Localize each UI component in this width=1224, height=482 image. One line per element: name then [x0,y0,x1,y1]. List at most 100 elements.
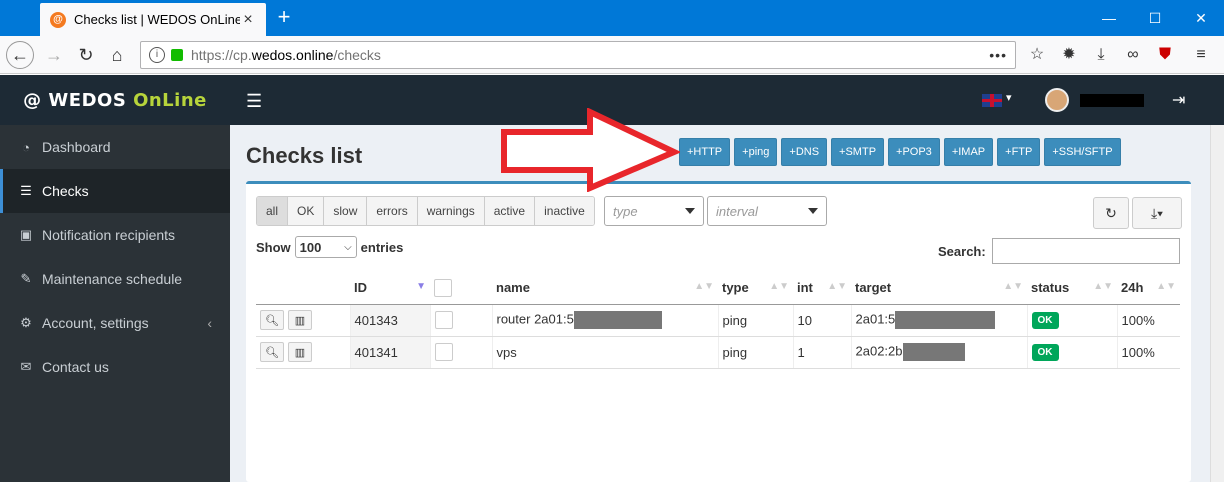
filter-active-button[interactable]: active [484,197,536,225]
select-all-checkbox[interactable] [434,278,452,297]
row-24h: 100% [1116,336,1180,369]
close-window-button[interactable]: ✕ [1178,0,1224,36]
row-checkbox[interactable] [434,343,453,361]
sidebar-item-notification-recipients[interactable]: ▣ Notification recipients [0,213,230,257]
top-navbar: ☰ ▾ ⇥ [230,75,1224,125]
row-actions: 🔍︎ ▥ [256,304,350,337]
dashboard-icon: ◔ [22,139,30,155]
url-text: https://cp.wedos.online/checks [191,47,381,63]
contact-card-icon: ▣ [19,227,33,242]
table-row: 🔍︎ ▥ 401341 vps ping 1 2a02:2b OK 100% [256,336,1180,369]
type-select[interactable]: type [604,196,704,226]
col-type[interactable]: type ▲▼ [718,272,793,305]
col-id[interactable]: ID ▼ [350,272,430,305]
sidebar: @ WEDOS OnLine ◔ Dashboard ☰ Checks ▣ No… [0,75,230,482]
refresh-button[interactable]: ↻ [1093,197,1129,229]
page-scrollbar[interactable] [1210,125,1224,482]
row-checkbox[interactable] [434,311,453,329]
hamburger-menu-icon[interactable]: ≡ [1190,44,1212,66]
col-status[interactable]: status ▲▼ [1027,272,1117,305]
back-button[interactable]: ← [6,41,34,69]
type-select-placeholder: type [613,203,638,219]
add-ssh-sftp-button[interactable]: +SSH/SFTP [1044,138,1121,166]
page-size-select[interactable]: 100 ⌵ [294,236,357,258]
search-icon[interactable]: 🔍︎ [260,342,284,362]
page-title: Checks list [246,143,363,168]
filter-warnings-button[interactable]: warnings [417,197,485,225]
search-label: Search: [938,243,986,259]
sidebar-item-label: Notification recipients [42,227,176,243]
sidebar-item-dashboard[interactable]: ◔ Dashboard [0,125,230,169]
sidebar-item-checks[interactable]: ☰ Checks [0,169,230,213]
row-name[interactable]: router 2a01:5 [491,304,718,337]
main-content: Checks list +HTTP +ping +DNS +SMTP +POP3… [230,125,1210,482]
settings-gear-icon[interactable]: ✹ [1058,44,1080,66]
bar-chart-icon[interactable]: ▥ [288,342,312,362]
wrench-icon: ✎ [20,271,32,286]
col-24h[interactable]: 24h ▲▼ [1117,272,1180,305]
col-int[interactable]: int ▲▼ [793,272,851,305]
add-ping-button[interactable]: +ping [734,138,778,166]
sort-icon: ▲▼ [1003,281,1023,292]
row-24h: 100% [1116,304,1180,337]
browser-toolbar: ← → ↻ ⌂ i https://cp.wedos.online/checks… [0,36,1224,74]
ublock-shield-icon[interactable]: ⛊ [1154,44,1176,66]
add-smtp-button[interactable]: +SMTP [831,138,885,166]
uk-flag-icon[interactable] [982,94,1002,107]
forward-button[interactable]: → [40,41,68,69]
show-label: Show [256,239,291,255]
new-tab-button[interactable]: + [272,5,296,29]
url-bar[interactable]: i https://cp.wedos.online/checks ••• [140,41,1016,69]
col-name[interactable]: name ▲▼ [492,272,718,305]
filter-ok-button[interactable]: OK [288,197,325,225]
row-name[interactable]: vps [491,336,718,369]
info-icon[interactable]: i [149,47,165,63]
browser-tab[interactable]: @ Checks list | WEDOS OnLine × [40,3,266,36]
search-input[interactable] [991,238,1180,264]
avatar[interactable] [1045,88,1069,112]
sidebar-item-label: Maintenance schedule [42,271,183,287]
maximize-button[interactable]: ☐ [1132,0,1178,36]
add-dns-button[interactable]: +DNS [781,138,828,166]
row-id: 401341 [349,336,430,369]
tab-close-icon[interactable]: × [240,11,256,29]
add-http-button[interactable]: +HTTP [679,138,731,166]
interval-select[interactable]: interval [707,196,827,226]
sidebar-item-label: Checks [42,183,89,199]
logout-icon[interactable]: ⇥ [1172,90,1185,110]
mask-icon[interactable]: ∞ [1122,44,1144,66]
table-row: 🔍︎ ▥ 401343 router 2a01:5 ping 10 2a01:5 … [256,304,1180,337]
page-actions-icon[interactable]: ••• [989,47,1007,63]
minimize-button[interactable]: — [1086,0,1132,36]
filter-all-button[interactable]: all [257,197,289,225]
envelope-icon: ✉ [20,359,32,374]
add-imap-button[interactable]: +IMAP [943,138,994,166]
redacted-block [902,343,965,361]
sidebar-item-maintenance-schedule[interactable]: ✎ Maintenance schedule [0,257,230,301]
chevron-down-icon[interactable]: ▾ [1006,91,1012,104]
sidebar-toggle-icon[interactable]: ☰ [246,91,262,112]
logo-area[interactable]: @ WEDOS OnLine [0,75,230,125]
lock-icon [171,49,183,61]
row-actions: 🔍︎ ▥ [256,336,350,369]
download-icon[interactable]: ⤓ [1090,44,1112,66]
row-target: 2a02:2b [850,336,1027,369]
search-icon[interactable]: 🔍︎ [260,310,284,330]
sidebar-item-contact-us[interactable]: ✉ Contact us [0,345,230,389]
sidebar-item-account-settings[interactable]: ⚙ Account, settings ‹ [0,301,230,345]
export-button[interactable]: ⤓▾ [1132,197,1182,229]
home-icon[interactable]: ⌂ [103,41,131,69]
bar-chart-icon[interactable]: ▥ [288,310,312,330]
username-redacted[interactable] [1080,94,1144,107]
row-type: ping [717,304,793,337]
sort-icon: ▲▼ [694,281,714,292]
filter-slow-button[interactable]: slow [324,197,368,225]
filter-inactive-button[interactable]: inactive [535,197,594,225]
add-pop3-button[interactable]: +POP3 [888,138,940,166]
col-target[interactable]: target ▲▼ [851,272,1027,305]
bookmark-star-icon[interactable]: ☆ [1026,44,1048,66]
download-caret-icon: ⤓▾ [1150,204,1164,221]
add-ftp-button[interactable]: +FTP [997,138,1041,166]
reload-button[interactable]: ↻ [72,41,100,69]
filter-errors-button[interactable]: errors [367,197,418,225]
